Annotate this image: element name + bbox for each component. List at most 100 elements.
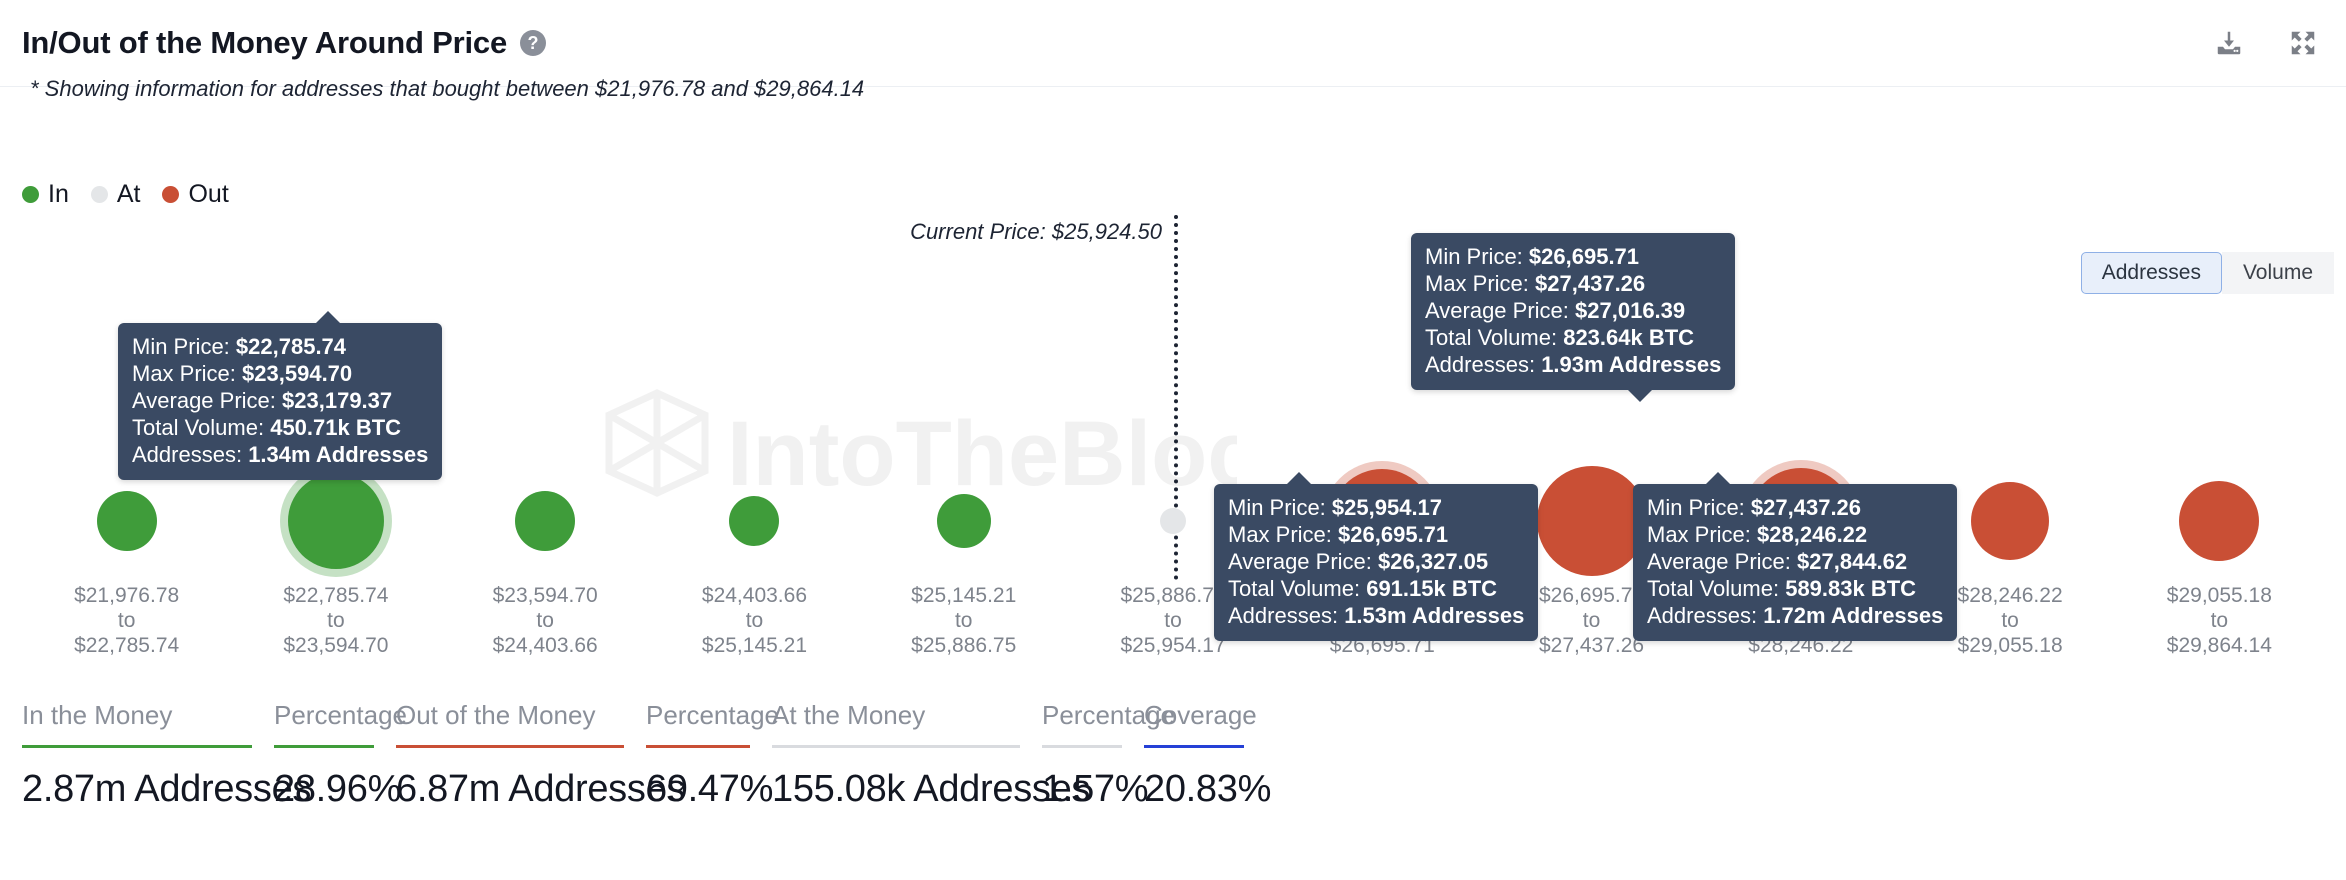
stat-label: Percentage <box>1042 700 1175 730</box>
stat-value: 2.87m Addresses <box>22 768 312 810</box>
tooltip-bin-2: Min Price: $22,785.74 Max Price: $23,594… <box>118 311 443 480</box>
tooltip-arrow <box>315 311 341 324</box>
x-axis-tick-high: $23,594.70 <box>283 634 389 657</box>
tooltip-arrow <box>1705 472 1731 485</box>
bubble-in-1[interactable] <box>96 491 157 551</box>
stat-value: 6.87m Addresses <box>396 768 686 810</box>
expand-icon[interactable] <box>2286 26 2320 60</box>
tooltip-row-min-price: Min Price: $27,437.26 <box>1647 494 1943 521</box>
legend-label-out: Out <box>188 180 229 208</box>
stat-value: 20.83% <box>1144 768 1272 810</box>
x-axis-tick-low: $26,695.71 <box>1538 584 1645 607</box>
tooltip-label-average-price: Average Price: <box>1647 549 1791 574</box>
stat-underline <box>1042 745 1122 748</box>
tooltip-arrow <box>1286 472 1312 485</box>
stat-label: Percentage <box>274 700 407 730</box>
legend-item-in[interactable]: In <box>22 180 69 209</box>
chart-legend: In At Out <box>22 180 251 209</box>
bubble-out-11[interactable] <box>2179 481 2260 561</box>
tooltip-label-max-price: Max Price: <box>132 361 236 386</box>
x-axis-tick: $22,785.74 to $23,594.70 <box>283 583 388 658</box>
x-axis-tick-low: $25,886.75 <box>1120 584 1226 607</box>
question-mark-icon[interactable]: ? <box>520 30 547 56</box>
tooltip-label-max-price: Max Price: <box>1425 271 1529 296</box>
x-axis-tick: $25,886.75 to $25,954.17 <box>1120 583 1225 658</box>
widget-header: In/Out of the Money Around Price ? <box>0 0 2346 87</box>
x-axis: $21,976.78 to $22,785.74 $22,785.74 to $23,59… <box>22 583 2324 658</box>
x-axis-tick-high: $29,864.14 <box>2166 634 2272 657</box>
bubble-out-8[interactable] <box>1536 466 1647 576</box>
stat-value: 155.08k Addresses <box>772 768 1091 810</box>
legend-label-in: In <box>48 180 69 208</box>
tooltip-value-average-price: $27,016.39 <box>1575 298 1686 323</box>
intotheblock-watermark: IntoTheBlock <box>597 385 1311 515</box>
tooltip-label-min-price: Min Price: <box>1425 244 1523 269</box>
x-axis-tick-high: $27,437.26 <box>1538 634 1645 657</box>
bubble-in-4[interactable] <box>729 496 780 546</box>
stat-underline <box>396 745 624 748</box>
stat-card: In the Money 2.87m Addresses <box>22 700 312 811</box>
x-axis-tick: $24,403.66 to $25,145.21 <box>702 583 807 658</box>
page-title: In/Out of the Money Around Price <box>22 25 508 60</box>
stat-label: In the Money <box>22 700 173 730</box>
legend-item-out[interactable]: Out <box>162 180 229 209</box>
x-axis-tick-low: $23,594.70 <box>492 584 598 607</box>
x-axis-tick-high: $29,055.18 <box>1957 634 2063 657</box>
tooltip-label-addresses: Addresses: <box>1647 603 1758 628</box>
bubble-out-10[interactable] <box>1971 482 2050 560</box>
tooltip-row-max-price: Max Price: $26,695.71 <box>1228 521 1524 548</box>
tooltip-value-addresses: 1.53m Addresses <box>1344 603 1525 628</box>
stat-card: At the Money 155.08k Addresses <box>772 700 1091 811</box>
tooltip-value-average-price: $23,179.37 <box>282 388 393 413</box>
tooltip-value-addresses: 1.72m Addresses <box>1763 603 1944 628</box>
x-axis-tick-low: $22,785.74 <box>283 584 389 607</box>
x-axis-tick-low: $29,055.18 <box>2166 584 2272 607</box>
tooltip-row-average-price: Average Price: $23,179.37 <box>132 387 428 414</box>
tooltip-row-total-volume: Total Volume: 823.64k BTC <box>1425 324 1721 351</box>
tooltip-label-max-price: Max Price: <box>1647 522 1751 547</box>
stat-card: Percentage 69.47% <box>646 700 779 811</box>
legend-label-at: At <box>116 180 141 208</box>
stat-value: 28.96% <box>274 768 402 810</box>
download-icon[interactable] <box>2212 26 2246 60</box>
bubble-at-6[interactable] <box>1160 508 1186 534</box>
bubble-in-3[interactable] <box>515 491 576 551</box>
x-axis-tick-high: $25,886.75 <box>911 634 1017 657</box>
tooltip-value-total-volume: 823.64k BTC <box>1563 325 1695 350</box>
stat-underline <box>646 745 750 748</box>
svg-text:IntoTheBlock: IntoTheBlock <box>727 403 1237 505</box>
tooltip-label-min-price: Min Price: <box>1647 495 1745 520</box>
tooltip-arrow <box>1627 389 1653 402</box>
x-axis-tick-separator: to <box>327 609 345 632</box>
tooltip-value-addresses: 1.93m Addresses <box>1541 352 1722 377</box>
tooltip-row-total-volume: Total Volume: 589.83k BTC <box>1647 575 1943 602</box>
x-axis-tick-separator: to <box>1582 609 1601 632</box>
legend-dot-out <box>162 186 180 203</box>
tooltip-label-total-volume: Total Volume: <box>132 415 265 440</box>
tooltip-value-min-price: $27,437.26 <box>1750 495 1862 520</box>
tooltip-label-total-volume: Total Volume: <box>1647 576 1780 601</box>
x-axis-tick-low: $21,976.78 <box>74 584 180 607</box>
x-axis-tick-separator: to <box>1164 609 1182 632</box>
x-axis-tick-high: $25,145.21 <box>701 634 808 657</box>
tooltip-row-max-price: Max Price: $23,594.70 <box>132 360 428 387</box>
header-actions <box>2212 26 2320 60</box>
tooltip-row-addresses: Addresses: 1.72m Addresses <box>1647 602 1943 629</box>
current-price-label: Current Price: $25,924.50 <box>910 219 1162 244</box>
legend-dot-at <box>90 186 108 203</box>
tooltip-row-addresses: Addresses: 1.53m Addresses <box>1228 602 1524 629</box>
bubble-in-2[interactable] <box>287 473 384 569</box>
bubble-in-5[interactable] <box>936 494 991 548</box>
chart-subtitle: * Showing information for addresses that… <box>30 76 865 101</box>
tooltip-bin-7: Min Price: $25,954.17 Max Price: $26,695… <box>1214 472 1539 641</box>
legend-item-at[interactable]: At <box>90 180 141 209</box>
stat-card: Percentage 1.57% <box>1042 700 1175 811</box>
legend-dot-in <box>22 186 39 203</box>
stat-value: 1.57% <box>1042 768 1149 810</box>
tooltip-value-total-volume: 691.15k BTC <box>1366 576 1498 601</box>
x-axis-tick: $23,594.70 to $24,403.66 <box>493 583 598 658</box>
tooltip-row-average-price: Average Price: $27,844.62 <box>1647 548 1943 575</box>
tooltip-bin-8: Min Price: $26,695.71 Max Price: $27,437… <box>1411 233 1736 402</box>
x-axis-tick: $25,145.21 to $25,886.75 <box>911 583 1016 658</box>
x-axis-tick-separator: to <box>954 609 973 632</box>
